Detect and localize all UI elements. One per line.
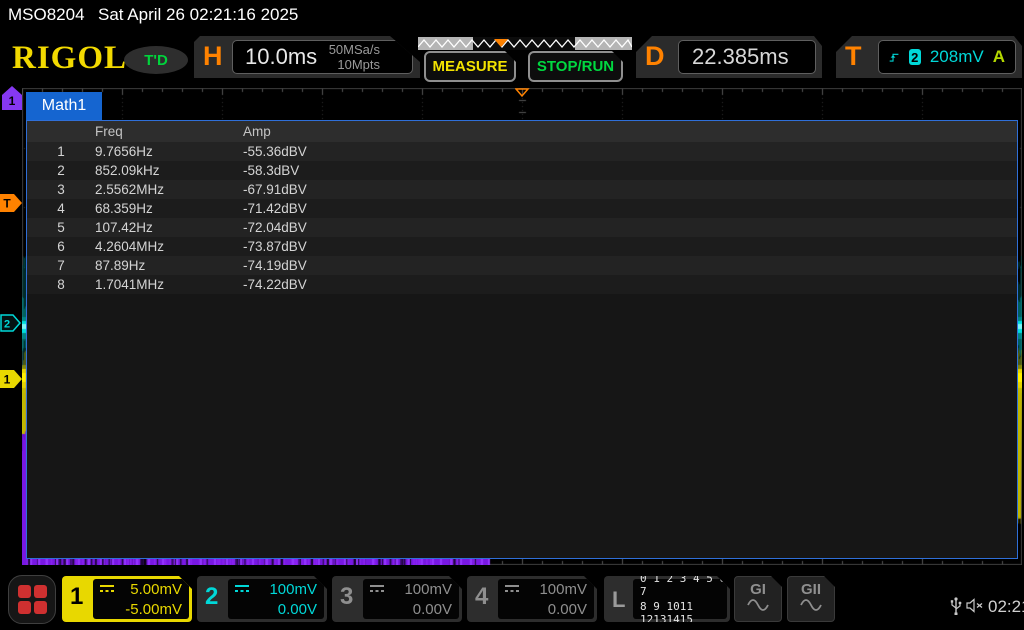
bottom-bar: 1 5.00mV -5.00mV 2 100mV 0.00V 3 100mV 0…	[0, 568, 1024, 630]
timebase-box[interactable]: 10.0ms 50MSa/s 10Mpts	[232, 40, 413, 74]
generator1-button[interactable]: GI	[734, 576, 782, 622]
h-label: H	[203, 43, 223, 70]
table-row: 64.2604MHz-73.87dBV	[27, 237, 1017, 256]
t-label: T	[845, 43, 862, 70]
channel2-ground-marker[interactable]: 2	[0, 314, 22, 332]
channel2-number: 2	[205, 585, 218, 609]
trigger-box[interactable]: 2 208mV A	[878, 40, 1016, 74]
trigger-level-marker[interactable]: T	[0, 194, 22, 212]
math1-position-marker[interactable]: 1	[2, 86, 22, 110]
logic-channel-list: 0 1 2 3 4 5 6 7 8 9 1011 12131415	[633, 579, 727, 619]
math1-peak-table: Freq Amp 19.7656Hz-55.36dBV 2852.09kHz-5…	[26, 120, 1018, 559]
trigger-level-value: 208mV	[930, 47, 984, 67]
logic-row-1: 0 1 2 3 4 5 6 7	[640, 572, 727, 598]
trigger-slope-icon	[889, 49, 900, 65]
datetime-text: Sat April 26 02:21:16 2025	[98, 5, 298, 25]
channel1-box[interactable]: 1 5.00mV -5.00mV	[62, 576, 192, 622]
dc-coupling-icon	[100, 585, 114, 593]
channel4-scale: 100mV	[539, 581, 587, 598]
measure-button[interactable]: MEASURE	[424, 51, 516, 82]
dc-coupling-icon	[505, 585, 519, 593]
table-row: 81.7041MHz-74.22dBV	[27, 275, 1017, 294]
channel1-number: 1	[70, 585, 83, 609]
math1-tab[interactable]: Math1	[26, 92, 102, 120]
table-row: 5107.42Hz-72.04dBV	[27, 218, 1017, 237]
oscilloscope-screen: MSO8204 Sat April 26 02:21:16 2025 RIGOL…	[0, 0, 1024, 630]
dc-coupling-icon	[370, 585, 384, 593]
menu-button[interactable]	[8, 575, 56, 624]
channel4-values: 100mV 0.00V	[498, 579, 594, 619]
trigger-position-marker[interactable]	[515, 88, 530, 98]
d-label: D	[645, 43, 665, 70]
table-row: 2852.09kHz-58.3dBV	[27, 161, 1017, 180]
table-row: 787.89Hz-74.19dBV	[27, 256, 1017, 275]
generator2-label: GII	[788, 581, 834, 598]
channel4-offset: 0.00V	[548, 601, 587, 618]
stop-run-button[interactable]: STOP/RUN	[528, 51, 623, 82]
channel2-values: 100mV 0.00V	[228, 579, 324, 619]
trigger-source-badge: 2	[909, 49, 921, 65]
svg-text:1: 1	[9, 94, 16, 108]
clock-text: 02:21	[988, 597, 1024, 617]
table-row: 468.359Hz-71.42dBV	[27, 199, 1017, 218]
channel2-box[interactable]: 2 100mV 0.00V	[197, 576, 327, 622]
delay-box[interactable]: 22.385ms	[678, 40, 816, 74]
trigger-group[interactable]: T 2 208mV A	[836, 36, 1022, 78]
channel4-box[interactable]: 4 100mV 0.00V	[467, 576, 597, 622]
channel1-ground-marker[interactable]: 1	[0, 370, 22, 388]
usb-icon	[950, 596, 962, 616]
col-freq: Freq	[95, 124, 243, 139]
menu-grid-icon	[18, 585, 47, 614]
logic-row-2: 8 9 1011 12131415	[640, 600, 727, 626]
logic-label: L	[612, 587, 625, 613]
horizontal-settings-group[interactable]: H 10.0ms 50MSa/s 10Mpts	[194, 36, 420, 78]
sine-wave-icon	[799, 599, 823, 611]
memory-depth: 10Mpts	[337, 57, 380, 72]
channel3-number: 3	[340, 585, 353, 609]
acquisition-info: 50MSa/s 10Mpts	[329, 42, 380, 72]
channel3-values: 100mV 0.00V	[363, 579, 459, 619]
svg-text:2: 2	[4, 319, 10, 331]
col-amp: Amp	[243, 124, 363, 139]
trigger-status-badge: T'D	[124, 46, 188, 74]
titlebar: MSO8204 Sat April 26 02:21:16 2025	[0, 0, 1024, 30]
table-header: Freq Amp	[27, 121, 1017, 142]
rigol-logo: RIGOL	[12, 42, 127, 75]
channel3-box[interactable]: 3 100mV 0.00V	[332, 576, 462, 622]
channel2-offset: 0.00V	[278, 601, 317, 618]
table-row: 32.5562MHz-67.91dBV	[27, 180, 1017, 199]
waveform-overview-bar[interactable]	[418, 37, 632, 50]
sine-wave-icon	[746, 599, 770, 611]
svg-text:T: T	[3, 197, 11, 211]
generator2-button[interactable]: GII	[787, 576, 835, 622]
logic-channels-box[interactable]: L 0 1 2 3 4 5 6 7 8 9 1011 12131415	[604, 576, 730, 622]
math1-popup: Math1 Freq Amp 19.7656Hz-55.36dBV 2852.0…	[22, 88, 374, 311]
waveform-display[interactable]: Math1 Freq Amp 19.7656Hz-55.36dBV 2852.0…	[22, 88, 1022, 565]
sample-rate: 50MSa/s	[329, 42, 380, 57]
speaker-muted-icon	[966, 598, 984, 613]
channel2-scale: 100mV	[269, 581, 317, 598]
channel1-scale: 5.00mV	[130, 581, 182, 598]
table-row: 19.7656Hz-55.36dBV	[27, 142, 1017, 161]
delay-group[interactable]: D 22.385ms	[636, 36, 822, 78]
channel3-scale: 100mV	[404, 581, 452, 598]
timebase-value: 10.0ms	[245, 44, 317, 70]
svg-text:1: 1	[4, 373, 11, 387]
trigger-sweep-mode: A	[993, 47, 1005, 67]
channel1-offset: -5.00mV	[125, 601, 182, 618]
channel1-values: 5.00mV -5.00mV	[93, 579, 189, 619]
channel4-number: 4	[475, 585, 488, 609]
generator1-label: GI	[735, 581, 781, 598]
delay-value: 22.385ms	[692, 44, 789, 70]
dc-coupling-icon	[235, 585, 249, 593]
channel3-offset: 0.00V	[413, 601, 452, 618]
model-name: MSO8204	[8, 5, 85, 25]
